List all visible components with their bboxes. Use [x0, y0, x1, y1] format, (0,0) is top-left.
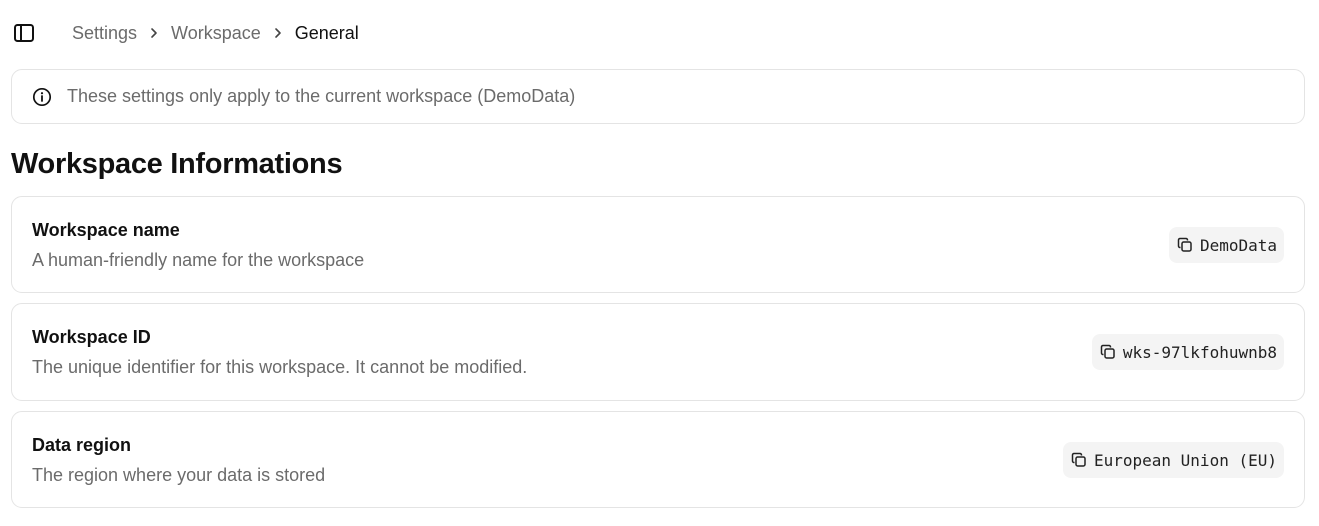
breadcrumb-workspace[interactable]: Workspace — [171, 23, 261, 44]
section-title: Workspace Informations — [11, 148, 343, 180]
setting-card-data-region: Data region The region where your data i… — [11, 411, 1305, 508]
page-header: Settings Workspace General — [0, 0, 1319, 64]
copy-workspace-id-button[interactable]: wks-97lkfohuwnb8 — [1091, 334, 1284, 370]
setting-title: Workspace ID — [32, 327, 151, 347]
setting-card-workspace-id: Workspace ID The unique identifier for t… — [11, 303, 1305, 401]
copy-data-region-button[interactable]: European Union (EU) — [1062, 442, 1284, 478]
settings-page: Settings Workspace General These setting… — [0, 0, 1319, 526]
info-banner: These settings only apply to the current… — [11, 69, 1305, 124]
setting-title: Workspace name — [32, 220, 180, 240]
info-icon — [32, 87, 52, 107]
breadcrumb-settings[interactable]: Settings — [72, 23, 137, 44]
workspace-name-value: DemoData — [1199, 235, 1277, 255]
data-region-value: European Union (EU) — [1093, 450, 1277, 470]
setting-title: Data region — [32, 435, 132, 455]
sidebar-toggle-icon[interactable] — [13, 22, 35, 44]
setting-card-workspace-name: Workspace name A human-friendly name for… — [11, 196, 1305, 293]
chevron-right-icon — [137, 21, 171, 45]
setting-description: The region where your data is stored — [32, 465, 326, 485]
setting-description: A human-friendly name for the workspace — [32, 250, 365, 270]
workspace-id-value: wks-97lkfohuwnb8 — [1122, 342, 1277, 362]
breadcrumb-general: General — [294, 22, 359, 43]
copy-icon — [1099, 343, 1117, 361]
copy-workspace-name-button[interactable]: DemoData — [1168, 227, 1284, 263]
copy-icon — [1176, 236, 1194, 254]
setting-description: The unique identifier for this workspace… — [32, 357, 528, 377]
banner-text: These settings only apply to the current… — [67, 86, 576, 106]
chevron-right-icon — [261, 21, 295, 45]
copy-icon — [1070, 451, 1088, 469]
breadcrumb: Settings Workspace General — [72, 21, 359, 45]
